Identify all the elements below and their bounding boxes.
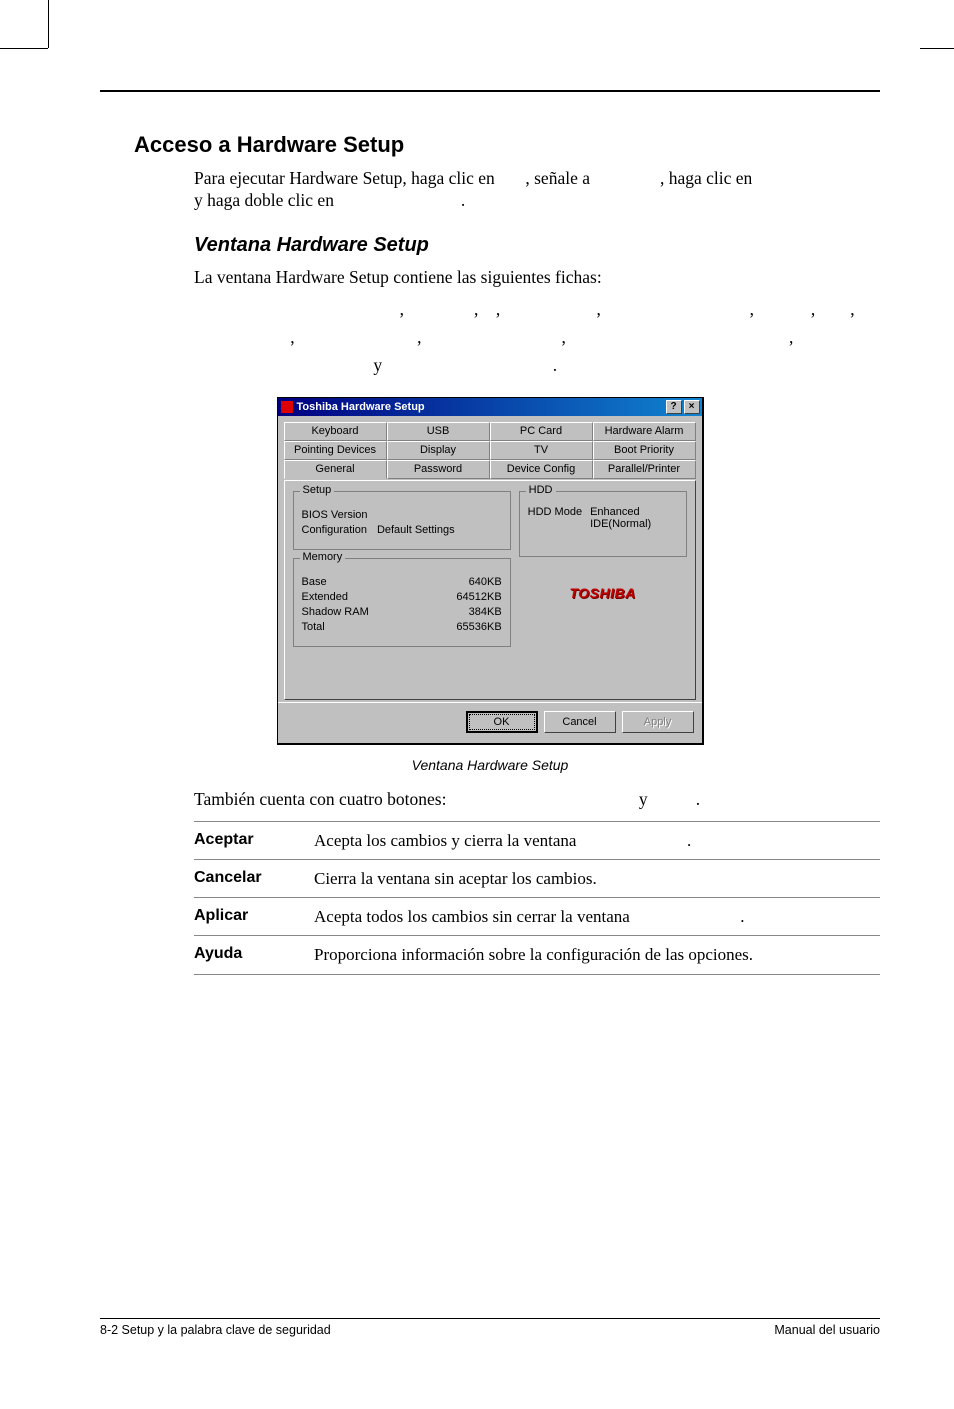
mem-shadow-value: 384KB bbox=[432, 606, 502, 618]
help-button[interactable]: ? bbox=[666, 400, 682, 414]
def-desc: Cierra la ventana sin aceptar los cambio… bbox=[314, 859, 880, 897]
tab-parallel-printer[interactable]: Parallel/Printer bbox=[593, 460, 696, 479]
tab-tv[interactable]: TV bbox=[490, 441, 593, 460]
apply-button[interactable]: Apply bbox=[622, 711, 694, 733]
def-term: Cancelar bbox=[194, 859, 314, 897]
hdd-mode-label: HDD Mode bbox=[528, 506, 582, 530]
table-row: Aplicar Acepta todos los cambios sin cer… bbox=[194, 898, 880, 936]
footer-left: 8-2 Setup y la palabra clave de segurida… bbox=[100, 1323, 331, 1337]
mem-extended-label: Extended bbox=[302, 591, 348, 603]
def-term: Aplicar bbox=[194, 898, 314, 936]
hdd-group: HDD HDD Mode Enhanced IDE(Normal) bbox=[519, 491, 687, 557]
hdd-legend: HDD bbox=[526, 484, 556, 496]
hdd-mode-value: Enhanced IDE(Normal) bbox=[590, 506, 666, 530]
subsection-intro: La ventana Hardware Setup contiene las s… bbox=[194, 267, 880, 289]
bios-version-label: BIOS Version bbox=[302, 509, 368, 521]
setup-group: Setup BIOS Version Configuration Default… bbox=[293, 491, 511, 550]
tab-password[interactable]: Password bbox=[387, 460, 490, 479]
setup-legend: Setup bbox=[300, 484, 335, 496]
configuration-value: Default Settings bbox=[377, 524, 455, 536]
memory-group: Memory Base640KB Extended64512KB Shadow … bbox=[293, 558, 511, 647]
dialog-title: Toshiba Hardware Setup bbox=[297, 401, 425, 413]
configuration-label: Configuration bbox=[302, 524, 367, 536]
tab-device-config[interactable]: Device Config bbox=[490, 460, 593, 479]
intro-paragraph: Para ejecutar Hardware Setup, haga clic … bbox=[194, 168, 880, 212]
toshiba-logo: TOSHIBA bbox=[519, 585, 687, 601]
ok-button[interactable]: OK bbox=[466, 711, 538, 733]
tab-general[interactable]: General bbox=[284, 460, 387, 479]
def-term: Aceptar bbox=[194, 821, 314, 859]
mem-extended-value: 64512KB bbox=[432, 591, 502, 603]
tab-keyboard[interactable]: Keyboard bbox=[284, 422, 387, 441]
mem-total-label: Total bbox=[302, 621, 325, 633]
close-button[interactable]: × bbox=[684, 400, 700, 414]
hardware-setup-dialog: Toshiba Hardware Setup ? × Keyboard USB … bbox=[277, 397, 704, 745]
table-row: Aceptar Acepta los cambios y cierra la v… bbox=[194, 821, 880, 859]
def-desc: Proporciona información sobre la configu… bbox=[314, 936, 880, 974]
tab-usb[interactable]: USB bbox=[387, 422, 490, 441]
mem-base-label: Base bbox=[302, 576, 327, 588]
mem-shadow-label: Shadow RAM bbox=[302, 606, 369, 618]
button-definitions-table: Aceptar Acepta los cambios y cierra la v… bbox=[194, 821, 880, 975]
tab-display[interactable]: Display bbox=[387, 441, 490, 460]
memory-legend: Memory bbox=[300, 551, 346, 563]
tab-hardware-alarm[interactable]: Hardware Alarm bbox=[593, 422, 696, 441]
dialog-titlebar: Toshiba Hardware Setup ? × bbox=[278, 398, 702, 416]
tabs-list-text: , , , , , , , , , , bbox=[194, 295, 880, 379]
def-desc: Acepta los cambios y cierra la ventana . bbox=[314, 821, 880, 859]
mem-total-value: 65536KB bbox=[432, 621, 502, 633]
figure-caption: Ventana Hardware Setup bbox=[100, 757, 880, 773]
tab-pc-card[interactable]: PC Card bbox=[490, 422, 593, 441]
cancel-button[interactable]: Cancel bbox=[544, 711, 616, 733]
tab-pointing-devices[interactable]: Pointing Devices bbox=[284, 441, 387, 460]
tab-boot-priority[interactable]: Boot Priority bbox=[593, 441, 696, 460]
table-row: Cancelar Cierra la ventana sin aceptar l… bbox=[194, 859, 880, 897]
app-icon bbox=[281, 401, 293, 413]
table-row: Ayuda Proporciona información sobre la c… bbox=[194, 936, 880, 974]
footer-right: Manual del usuario bbox=[774, 1323, 880, 1337]
subsection-heading: Ventana Hardware Setup bbox=[194, 234, 880, 257]
def-term: Ayuda bbox=[194, 936, 314, 974]
buttons-intro: También cuenta con cuatro botones: y . bbox=[194, 789, 880, 811]
section-heading: Acceso a Hardware Setup bbox=[134, 132, 880, 158]
def-desc: Acepta todos los cambios sin cerrar la v… bbox=[314, 898, 880, 936]
mem-base-value: 640KB bbox=[432, 576, 502, 588]
